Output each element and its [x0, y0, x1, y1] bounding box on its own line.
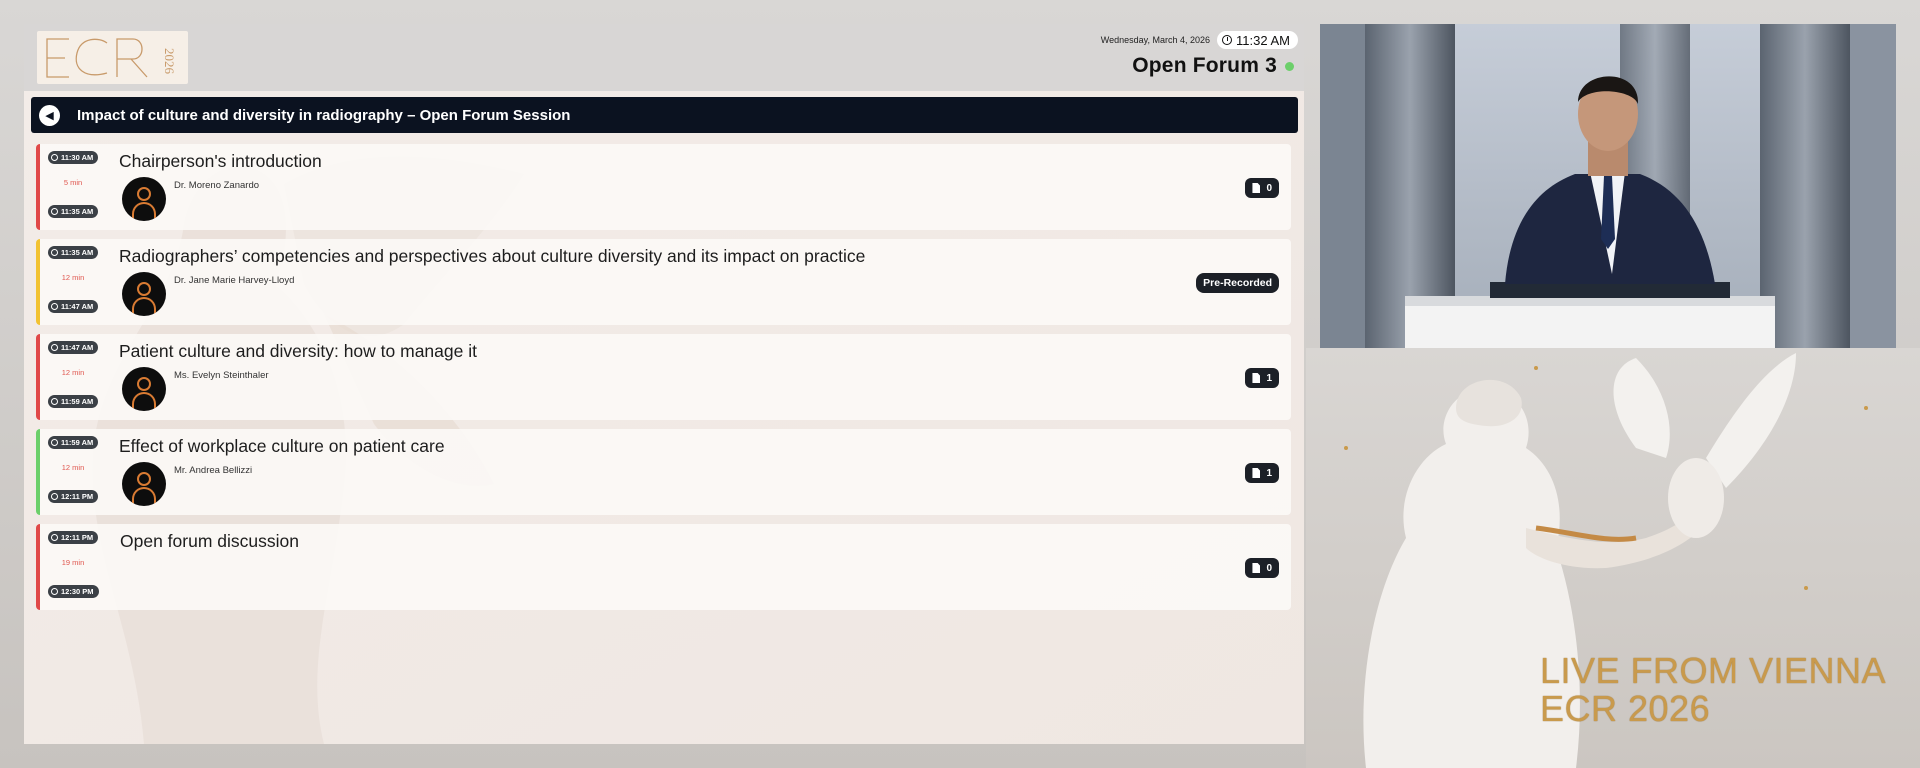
- session-title-bar: ◀ Impact of culture and diversity in rad…: [31, 97, 1298, 133]
- talk-item[interactable]: 11:35 AM 12 min 11:47 AM Radiographers’ …: [36, 239, 1291, 325]
- clock-icon: [1222, 35, 1233, 45]
- talk-item[interactable]: 11:59 AM 12 min 12:11 PM Effect of workp…: [36, 429, 1291, 515]
- duration: 12 min: [61, 273, 85, 282]
- speaker-name: Dr. Moreno Zanardo: [174, 180, 260, 191]
- documents-badge[interactable]: 1: [1245, 463, 1279, 483]
- speaker-name: Dr. Jane Marie Harvey-Lloyd: [174, 275, 295, 286]
- person-icon: [137, 472, 151, 486]
- duration: 5 min: [63, 178, 83, 187]
- clock-icon: [51, 249, 58, 256]
- speaker-video-frame: [1320, 24, 1896, 348]
- back-button[interactable]: ◀: [39, 104, 60, 126]
- current-date: Wednesday, March 4, 2026: [1100, 35, 1211, 45]
- end-time-badge: 11:35 AM: [48, 205, 99, 218]
- document-icon: [1252, 563, 1261, 573]
- ecr-2026-logo-icon: 2026: [46, 38, 177, 78]
- talk-item[interactable]: 12:11 PM 19 min 12:30 PM Open forum disc…: [36, 524, 1291, 610]
- session-title: Impact of culture and diversity in radio…: [77, 106, 571, 124]
- documents-badge[interactable]: 0: [1245, 558, 1279, 578]
- end-time-badge: 11:47 AM: [48, 300, 99, 313]
- clock-icon: [51, 439, 58, 446]
- talk-title: Patient culture and diversity: how to ma…: [119, 341, 477, 361]
- duration: 12 min: [61, 368, 85, 377]
- current-time: 11:32 AM: [1236, 32, 1290, 48]
- status-stripe: [36, 524, 40, 610]
- room-name: Open Forum 3: [1132, 54, 1277, 77]
- live-from-vienna-overlay: LIVE FROM VIENNA ECR 2026: [1540, 650, 1887, 729]
- start-time-badge: 12:11 PM: [48, 531, 99, 544]
- speaker-name: Mr. Andrea Bellizzi: [174, 465, 253, 476]
- document-icon: [1252, 373, 1261, 383]
- talk-item[interactable]: 11:47 AM 12 min 11:59 AM Patient culture…: [36, 334, 1291, 420]
- duration: 19 min: [61, 558, 85, 567]
- document-icon: [1252, 468, 1261, 478]
- ecr-logo: 2026: [37, 31, 188, 84]
- status-stripe: [36, 334, 40, 420]
- talk-title: Chairperson's introduction: [119, 151, 322, 171]
- header: 2026 Wednesday, March 4, 2026 11:32 AM O…: [24, 24, 1304, 91]
- person-icon: [137, 377, 151, 391]
- clock-icon: [51, 154, 58, 161]
- date-time: Wednesday, March 4, 2026 11:32 AM: [1101, 31, 1298, 49]
- start-time-badge: 11:59 AM: [48, 436, 99, 449]
- status-stripe: [36, 429, 40, 515]
- documents-badge[interactable]: 1: [1245, 368, 1279, 388]
- clock-icon: [51, 534, 58, 541]
- time-pill: 11:32 AM: [1217, 31, 1298, 49]
- pre-recorded-badge: Pre-Recorded: [1196, 273, 1279, 293]
- avatar: [122, 462, 166, 506]
- avatar: [122, 367, 166, 411]
- start-time-badge: 11:30 AM: [48, 151, 99, 164]
- status-stripe: [36, 144, 40, 230]
- clock-icon: [51, 588, 58, 595]
- chevron-left-icon: ◀: [45, 109, 54, 122]
- talk-item[interactable]: 11:30 AM 5 min 11:35 AM Chairperson's in…: [36, 144, 1291, 230]
- talk-title: Open forum discussion: [120, 531, 299, 551]
- room-indicator: Open Forum 3: [1132, 54, 1294, 78]
- overlay-line-1: LIVE FROM VIENNA: [1540, 650, 1887, 691]
- clock-icon: [51, 208, 58, 215]
- avatar: [122, 272, 166, 316]
- overlay-line-2: ECR 2026: [1540, 688, 1711, 729]
- talk-title: Effect of workplace culture on patient c…: [119, 436, 445, 456]
- start-time-badge: 11:35 AM: [48, 246, 99, 259]
- end-time-badge: 12:30 PM: [48, 585, 99, 598]
- clock-icon: [51, 398, 58, 405]
- talk-title: Radiographers’ competencies and perspect…: [119, 246, 866, 266]
- clock-icon: [51, 303, 58, 310]
- speaker-name: Ms. Evelyn Steinthaler: [174, 370, 269, 381]
- person-icon: [137, 187, 151, 201]
- schedule-panel: 2026 Wednesday, March 4, 2026 11:32 AM O…: [24, 24, 1304, 744]
- duration: 12 min: [61, 463, 85, 472]
- live-status-dot: [1285, 61, 1294, 71]
- documents-badge[interactable]: 0: [1245, 178, 1279, 198]
- live-video-feed: [1320, 24, 1896, 348]
- end-time-badge: 12:11 PM: [48, 490, 99, 503]
- document-icon: [1252, 183, 1261, 193]
- status-stripe: [36, 239, 40, 325]
- clock-icon: [51, 344, 58, 351]
- person-icon: [137, 282, 151, 296]
- svg-text:2026: 2026: [162, 48, 177, 75]
- start-time-badge: 11:47 AM: [48, 341, 99, 354]
- clock-icon: [51, 493, 58, 500]
- avatar: [122, 177, 166, 221]
- end-time-badge: 11:59 AM: [48, 395, 99, 408]
